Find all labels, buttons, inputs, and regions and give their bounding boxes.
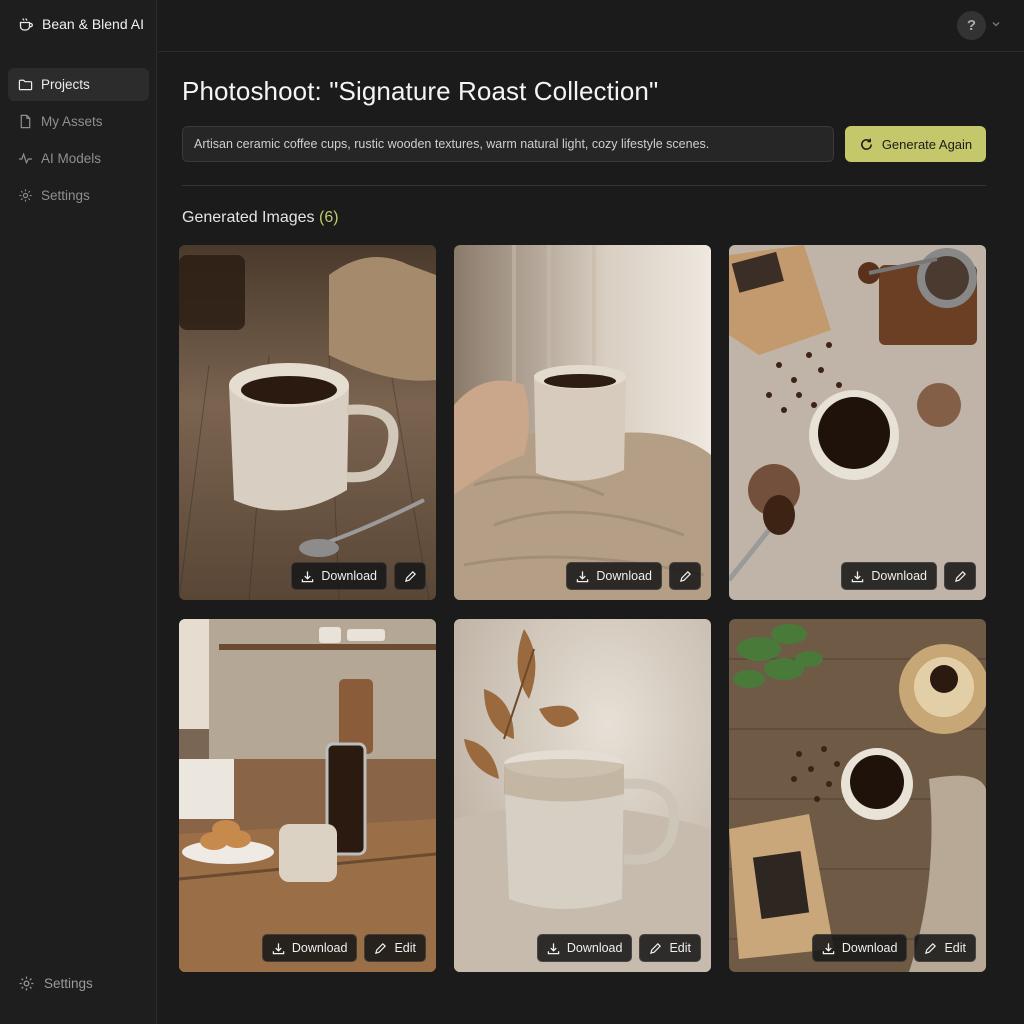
sidebar-settings-bottom[interactable]: Settings	[18, 975, 93, 992]
sidebar-item-settings[interactable]: Settings	[8, 179, 149, 212]
generate-again-label: Generate Again	[881, 136, 973, 152]
image-actions: Download Edit	[811, 934, 976, 962]
image-actions: Download	[566, 562, 701, 590]
refresh-icon	[860, 138, 872, 150]
download-icon	[547, 942, 560, 954]
download-label: Download	[291, 941, 348, 955]
image-actions: Download	[841, 562, 976, 590]
edit-label: Edit	[944, 941, 966, 955]
sidebar-item-label: Projects	[41, 77, 90, 92]
image-card[interactable]: Download Edit	[179, 619, 436, 972]
image-count: (6)	[318, 209, 339, 226]
download-label: Download	[596, 569, 652, 583]
download-label: Download	[566, 941, 623, 955]
pencil-icon	[375, 942, 387, 954]
download-icon	[852, 570, 864, 582]
edit-button[interactable]	[944, 562, 976, 590]
edit-button[interactable]: Edit	[914, 934, 976, 962]
generate-again-button[interactable]: Generate Again	[845, 126, 986, 162]
download-icon	[272, 942, 285, 954]
sidebar-item-label: My Assets	[41, 114, 103, 129]
pencil-icon	[679, 570, 691, 582]
sidebar-bottom-label: Settings	[44, 976, 93, 991]
sidebar-item-label: AI Models	[41, 151, 102, 166]
image-card[interactable]: Download	[454, 245, 711, 600]
download-button[interactable]: Download	[566, 562, 662, 590]
download-icon	[577, 570, 589, 582]
edit-button[interactable]	[669, 562, 701, 590]
pencil-icon	[954, 570, 966, 582]
chevron-down-icon[interactable]	[990, 18, 1002, 30]
file-icon	[20, 114, 31, 129]
app-name: Bean & Blend AI	[42, 16, 144, 32]
page-title: Photoshoot: "Signature Roast Collection"	[182, 76, 659, 106]
download-icon	[822, 942, 835, 954]
image-card[interactable]: Download	[729, 245, 986, 600]
pulse-icon	[18, 152, 33, 165]
edit-label: Edit	[669, 941, 691, 955]
edit-label: Edit	[394, 941, 416, 955]
topbar: ?	[158, 0, 1024, 52]
pencil-icon	[925, 942, 937, 954]
sidebar-item-projects[interactable]: Projects	[8, 68, 149, 101]
section-title: Generated Images (6)	[182, 209, 339, 227]
edit-button[interactable]: Edit	[639, 934, 701, 962]
edit-button[interactable]	[394, 562, 426, 590]
download-label: Download	[841, 941, 898, 955]
gear-icon	[19, 189, 32, 202]
image-actions: Download Edit	[261, 934, 426, 962]
sidebar-item-my-assets[interactable]: My Assets	[8, 105, 149, 138]
gear-icon	[19, 976, 34, 991]
image-card[interactable]: Download Edit	[729, 619, 986, 972]
brand[interactable]: Bean & Blend AI	[18, 16, 144, 32]
download-label: Download	[871, 569, 927, 583]
prompt-input[interactable]: Artisan ceramic coffee cups, rustic wood…	[182, 126, 834, 162]
generated-image-mug-on-linen	[454, 619, 711, 972]
pencil-icon	[404, 570, 416, 582]
section-title-text: Generated Images	[182, 209, 315, 226]
download-button[interactable]: Download	[261, 934, 358, 962]
edit-button[interactable]: Edit	[364, 934, 426, 962]
image-card[interactable]: Download Edit	[454, 619, 711, 972]
divider	[182, 185, 986, 186]
sidebar-nav: Projects My Assets AI Models Settings	[8, 68, 149, 216]
image-card[interactable]: Download	[179, 245, 436, 600]
generated-image-flatlay-pourover	[729, 619, 986, 972]
generated-image-mug-on-wood	[179, 245, 436, 600]
download-button[interactable]: Download	[536, 934, 633, 962]
image-actions: Download	[291, 562, 426, 590]
download-label: Download	[321, 569, 377, 583]
folder-icon	[18, 79, 33, 91]
download-icon	[302, 570, 314, 582]
image-actions: Download Edit	[536, 934, 701, 962]
download-button[interactable]: Download	[841, 562, 937, 590]
generated-image-kitchen-french-press	[179, 619, 436, 972]
download-button[interactable]: Download	[811, 934, 908, 962]
sidebar-item-ai-models[interactable]: AI Models	[8, 142, 149, 175]
download-button[interactable]: Download	[291, 562, 387, 590]
generated-image-flatlay-beans	[729, 245, 986, 600]
generated-image-hand-holding-mug	[454, 245, 711, 600]
help-button[interactable]: ?	[957, 11, 986, 40]
sidebar-item-label: Settings	[41, 188, 90, 203]
sidebar: Bean & Blend AI Projects My Assets AI Mo…	[0, 0, 157, 1024]
coffee-cup-icon	[19, 18, 33, 31]
pencil-icon	[650, 942, 662, 954]
